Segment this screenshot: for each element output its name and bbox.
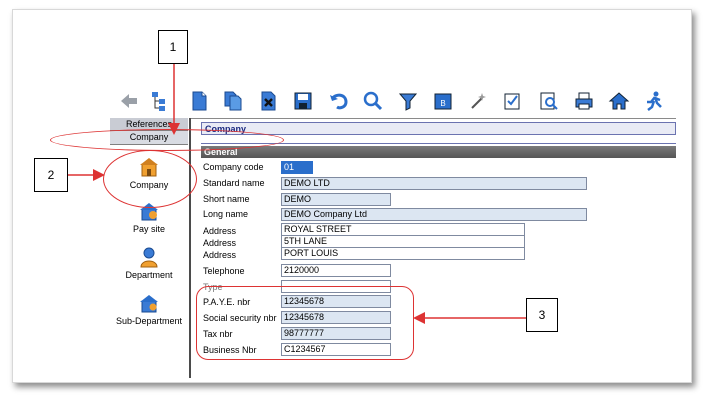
annotation-callout-3: 3 (526, 298, 558, 332)
toolbar: B (110, 86, 676, 119)
sub-department-icon (140, 295, 158, 313)
filter-icon[interactable] (397, 90, 419, 112)
sidebar-item-label: Department (125, 270, 173, 280)
print-icon[interactable] (573, 90, 595, 112)
page-title: Company (201, 122, 676, 135)
telephone-field[interactable]: 2120000 (281, 264, 391, 277)
address-label-1: Address (203, 226, 237, 236)
delete-document-icon[interactable] (257, 90, 279, 112)
home-icon[interactable] (608, 90, 630, 112)
address-field-3[interactable]: PORT LOUIS (281, 247, 525, 260)
edit-check-icon[interactable] (502, 90, 524, 112)
standard-name-field[interactable]: DEMO LTD (281, 177, 587, 190)
short-name-label: Short name (203, 194, 250, 204)
standard-name-label: Standard name (203, 178, 265, 188)
long-name-field[interactable]: DEMO Company Ltd (281, 208, 587, 221)
undo-icon[interactable] (328, 90, 350, 112)
annotation-3-highlight (196, 286, 414, 360)
search-icon[interactable] (362, 90, 384, 112)
svg-text:B: B (440, 99, 445, 108)
save-icon[interactable] (292, 90, 314, 112)
sidebar-item-sub-department[interactable]: Sub-Department (110, 292, 188, 326)
new-document-icon[interactable] (188, 90, 210, 112)
annotation-1-highlight (50, 129, 284, 151)
preview-icon[interactable] (538, 90, 560, 112)
company-code-label: Company code (203, 162, 264, 172)
telephone-label: Telephone (203, 266, 245, 276)
wand-icon[interactable] (467, 90, 489, 112)
company-code-field[interactable]: 01 (281, 161, 313, 174)
back-arrow-icon[interactable] (118, 90, 140, 112)
address-label-3: Address (203, 250, 237, 260)
tree-icon[interactable] (148, 90, 170, 112)
annotation-callout-1: 1 (158, 30, 188, 64)
annotation-callout-2: 2 (34, 158, 68, 192)
address-label-2: Address (203, 238, 237, 248)
section-general-header: General (201, 146, 676, 158)
department-person-icon (140, 247, 158, 268)
long-name-label: Long name (203, 209, 249, 219)
run-icon[interactable] (643, 90, 665, 112)
annotation-2-highlight (103, 150, 197, 208)
sidebar-item-label: Sub-Department (115, 316, 183, 326)
copy-document-icon[interactable] (222, 90, 244, 112)
report-icon[interactable]: B (432, 90, 454, 112)
sidebar-item-department[interactable]: Department (110, 246, 188, 280)
sidebar-item-label: Pay site (132, 224, 165, 234)
short-name-field[interactable]: DEMO (281, 193, 391, 206)
